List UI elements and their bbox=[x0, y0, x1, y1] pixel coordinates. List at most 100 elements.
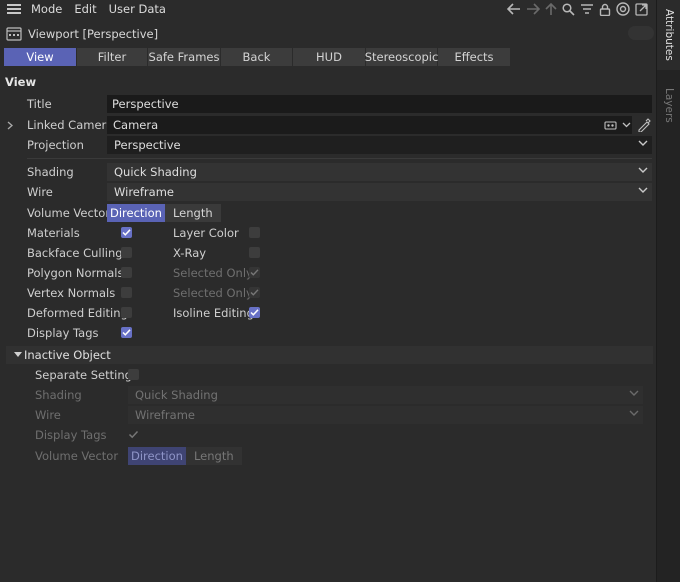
backface-culling-label: Backface Culling bbox=[27, 246, 123, 260]
chevron-down-icon bbox=[629, 390, 639, 396]
tab-stereoscopic[interactable]: Stereoscopic bbox=[365, 48, 438, 66]
polygon-normals-checkbox[interactable] bbox=[121, 267, 132, 278]
deformed-editing-row: Deformed Editing Isoline Editing bbox=[0, 304, 656, 322]
chevron-down-icon bbox=[638, 187, 648, 193]
display-tags-checkbox[interactable] bbox=[121, 327, 132, 338]
selected-only-checkbox[interactable] bbox=[249, 267, 260, 278]
chevron-down-icon[interactable] bbox=[622, 122, 631, 128]
inactive-volume-vector-row: Volume Vector Direction Length bbox=[0, 447, 656, 465]
inactive-object-group-header[interactable]: Inactive Object bbox=[6, 346, 653, 364]
tab-hud[interactable]: HUD bbox=[293, 48, 365, 66]
attribute-manager: Mode Edit User Data Viewport [Perspectiv… bbox=[0, 0, 656, 582]
deformed-editing-checkbox[interactable] bbox=[121, 307, 132, 318]
tab-filter[interactable]: Filter bbox=[77, 48, 147, 66]
arrow-right-icon[interactable] bbox=[526, 3, 540, 15]
checkmark-icon bbox=[122, 329, 131, 336]
backface-row: Backface Culling X-Ray bbox=[0, 244, 656, 262]
shading-dropdown[interactable]: Quick Shading bbox=[107, 163, 652, 181]
title-input[interactable]: Perspective bbox=[107, 95, 652, 113]
tab-effects[interactable]: Effects bbox=[438, 48, 510, 66]
materials-checkbox[interactable] bbox=[121, 227, 132, 238]
collapse-triangle-icon bbox=[14, 352, 22, 357]
lock-toggle[interactable] bbox=[628, 26, 654, 40]
display-tags-label: Display Tags bbox=[27, 326, 99, 340]
title-row: Title Perspective bbox=[0, 95, 656, 113]
target-icon[interactable] bbox=[616, 2, 630, 16]
tab-back[interactable]: Back bbox=[221, 48, 292, 66]
wire-dropdown[interactable]: Wireframe bbox=[107, 183, 652, 201]
hamburger-menu-icon[interactable] bbox=[7, 4, 21, 14]
selected-only-label: Selected Only bbox=[173, 286, 253, 300]
checkmark-icon bbox=[250, 269, 259, 276]
inactive-volume-vector-direction[interactable]: Direction bbox=[128, 447, 186, 465]
inactive-wire-label: Wire bbox=[35, 408, 61, 422]
menu-edit[interactable]: Edit bbox=[74, 2, 96, 16]
volume-vector-row: Volume Vector Direction Length bbox=[0, 204, 656, 222]
side-tab-attributes[interactable]: Attributes bbox=[657, 0, 680, 70]
pick-tool-icon[interactable] bbox=[637, 118, 651, 132]
inactive-volume-vector-label: Volume Vector bbox=[35, 449, 119, 463]
inactive-shading-row: Shading Quick Shading bbox=[0, 386, 656, 404]
menu-user-data[interactable]: User Data bbox=[109, 2, 166, 16]
viewport-icon bbox=[6, 27, 22, 41]
shading-label: Shading bbox=[27, 165, 74, 179]
backface-culling-checkbox[interactable] bbox=[121, 247, 132, 258]
projection-label: Projection bbox=[27, 138, 84, 152]
display-tags-row: Display Tags bbox=[0, 324, 656, 342]
isoline-editing-checkbox[interactable] bbox=[249, 307, 260, 318]
divider bbox=[27, 158, 652, 159]
inactive-display-tags-label: Display Tags bbox=[35, 428, 107, 442]
deformed-editing-label: Deformed Editing bbox=[27, 306, 128, 320]
volume-vector-label: Volume Vector bbox=[27, 206, 111, 220]
inactive-wire-dropdown[interactable]: Wireframe bbox=[128, 406, 643, 424]
vertex-normals-checkbox[interactable] bbox=[121, 287, 132, 298]
xray-label: X-Ray bbox=[173, 246, 207, 260]
vertex-normals-label: Vertex Normals bbox=[27, 286, 116, 300]
selected-only-checkbox[interactable] bbox=[249, 287, 260, 298]
inactive-shading-value: Quick Shading bbox=[135, 388, 218, 402]
volume-vector-segmented: Direction Length bbox=[107, 204, 221, 222]
separate-settings-checkbox[interactable] bbox=[128, 369, 139, 380]
menu-mode[interactable]: Mode bbox=[31, 2, 62, 16]
volume-vector-length[interactable]: Length bbox=[164, 204, 221, 222]
tab-bar: View Filter Safe Frames Back HUD Stereos… bbox=[4, 48, 510, 66]
chevron-down-icon bbox=[629, 410, 639, 416]
shading-row: Shading Quick Shading bbox=[0, 163, 656, 181]
wire-row: Wire Wireframe bbox=[0, 183, 656, 201]
checkmark-icon bbox=[128, 430, 139, 439]
inactive-shading-label: Shading bbox=[35, 388, 82, 402]
wire-value: Wireframe bbox=[114, 185, 174, 199]
arrow-up-icon[interactable] bbox=[545, 2, 557, 16]
xray-checkbox[interactable] bbox=[249, 247, 260, 258]
inactive-shading-dropdown[interactable]: Quick Shading bbox=[128, 386, 643, 404]
inactive-volume-vector-length[interactable]: Length bbox=[185, 447, 242, 465]
projection-row: Projection Perspective bbox=[0, 136, 656, 154]
layer-color-checkbox[interactable] bbox=[249, 227, 260, 238]
filter-icon[interactable] bbox=[580, 3, 594, 15]
selected-only-label: Selected Only bbox=[173, 266, 253, 280]
section-label-view: View bbox=[5, 75, 37, 89]
link-node-icon[interactable] bbox=[604, 120, 617, 130]
title-label: Title bbox=[27, 97, 52, 111]
isoline-editing-label: Isoline Editing bbox=[173, 306, 254, 320]
search-icon[interactable] bbox=[562, 2, 575, 16]
tab-safe-frames[interactable]: Safe Frames bbox=[148, 48, 220, 66]
expand-chevron-icon[interactable] bbox=[7, 121, 13, 130]
side-tab-layers[interactable]: Layers bbox=[657, 80, 680, 130]
linked-camera-row: Linked Camera Camera bbox=[0, 116, 656, 134]
polygon-normals-row: Polygon Normals Selected Only bbox=[0, 264, 656, 282]
separate-settings-label: Separate Settings bbox=[35, 368, 138, 382]
checkmark-icon bbox=[250, 289, 259, 296]
arrow-left-icon[interactable] bbox=[507, 3, 521, 15]
new-window-icon[interactable] bbox=[635, 2, 648, 16]
projection-dropdown[interactable]: Perspective bbox=[107, 136, 652, 154]
materials-label: Materials bbox=[27, 226, 80, 240]
vertex-normals-row: Vertex Normals Selected Only bbox=[0, 284, 656, 302]
linked-camera-field[interactable]: Camera bbox=[107, 116, 632, 134]
volume-vector-direction[interactable]: Direction bbox=[107, 204, 165, 222]
chevron-down-icon bbox=[638, 140, 648, 146]
inactive-display-tags-checkbox[interactable] bbox=[128, 429, 139, 443]
lock-icon[interactable] bbox=[599, 3, 611, 16]
tab-view[interactable]: View bbox=[4, 48, 76, 66]
inactive-volume-vector-segmented: Direction Length bbox=[128, 447, 242, 465]
